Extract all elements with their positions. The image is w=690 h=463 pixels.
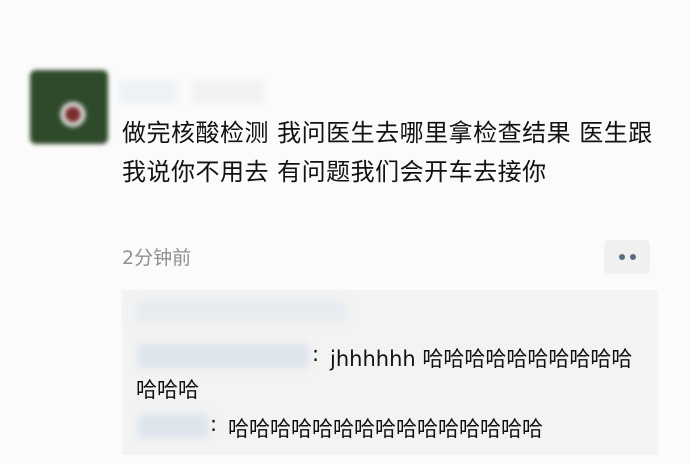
moments-post-card: 做完核酸检测 我问医生去哪里拿检查结果 医生跟我说你不用去 有问题我们会开车去接…: [0, 0, 690, 463]
more-dots-icon: [618, 254, 625, 260]
nickname-redacted[interactable]: [118, 80, 178, 104]
post-text: 做完核酸检测 我问医生去哪里拿检查结果 医生跟我说你不用去 有问题我们会开车去接…: [122, 119, 653, 186]
likes-row-redacted: [136, 300, 346, 322]
more-dots-icon: [629, 254, 636, 260]
comment-text[interactable]: 哈哈哈哈哈哈哈哈哈哈哈哈哈哈哈: [228, 414, 543, 445]
commenter-name-redacted[interactable]: [138, 414, 208, 438]
comment-separator: :: [210, 412, 218, 436]
post-time: 2分钟前: [122, 247, 192, 269]
avatar[interactable]: [30, 70, 108, 144]
nickname-secondary-redacted: [192, 80, 264, 104]
comment-text[interactable]: jhhhhhh 哈哈哈哈哈哈哈哈哈哈哈哈哈: [136, 344, 646, 406]
more-options-button[interactable]: [604, 240, 650, 274]
